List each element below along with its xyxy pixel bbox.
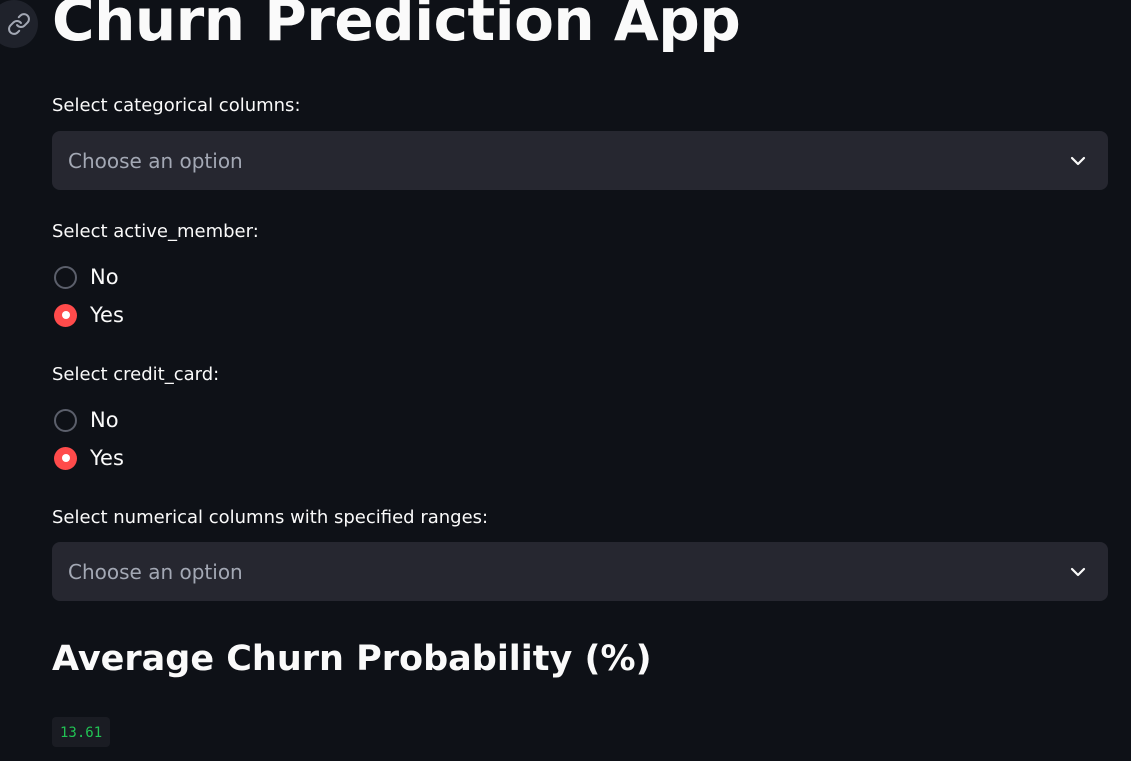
credit-card-option-label: No	[90, 408, 119, 432]
radio-checked-icon[interactable]	[54, 303, 77, 327]
active-member-option-label: Yes	[90, 303, 124, 327]
link-icon	[8, 13, 30, 35]
credit-card-option-yes[interactable]: Yes	[54, 445, 124, 471]
categorical-columns-select[interactable]: Choose an option	[52, 131, 1108, 190]
chevron-down-icon	[1070, 567, 1086, 576]
active-member-option-yes[interactable]: Yes	[54, 302, 124, 328]
app-page: Churn Prediction App Select categorical …	[0, 0, 1131, 761]
credit-card-option-no[interactable]: No	[54, 407, 119, 433]
credit-card-option-label: Yes	[90, 446, 124, 470]
result-heading: Average Churn Probability (%)	[52, 639, 652, 679]
radio-unchecked-icon[interactable]	[54, 265, 77, 289]
radio-checked-icon[interactable]	[54, 446, 77, 470]
active-member-option-no[interactable]: No	[54, 264, 119, 290]
active-member-label: Select active_member:	[52, 221, 259, 242]
numerical-columns-select[interactable]: Choose an option	[52, 542, 1108, 601]
categorical-columns-label: Select categorical columns:	[52, 95, 301, 116]
result-value: 13.61	[52, 717, 111, 747]
numerical-columns-placeholder: Choose an option	[68, 559, 243, 584]
chevron-down-icon	[1070, 156, 1086, 165]
categorical-columns-placeholder: Choose an option	[68, 148, 243, 173]
numerical-columns-label: Select numerical columns with specified …	[52, 507, 489, 528]
radio-unchecked-icon[interactable]	[54, 408, 77, 432]
active-member-option-label: No	[90, 265, 119, 289]
page-title: Churn Prediction App	[52, 0, 741, 54]
credit-card-label: Select credit_card:	[52, 364, 220, 385]
header-anchor-link[interactable]	[0, 0, 38, 48]
